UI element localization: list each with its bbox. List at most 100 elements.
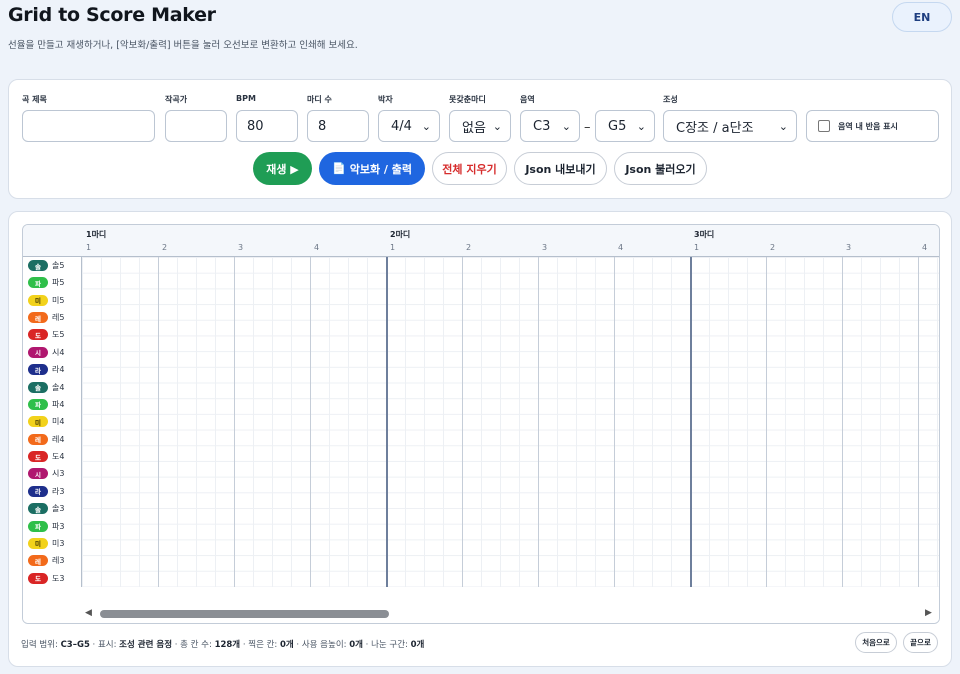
beat-line	[918, 257, 919, 587]
key-row[interactable]: 레 레4	[23, 432, 82, 447]
key-row[interactable]: 도 도3	[23, 571, 82, 586]
go-last-button[interactable]: 끝으로	[903, 632, 938, 653]
language-toggle-button[interactable]: EN	[892, 2, 952, 32]
composer-input[interactable]	[165, 110, 227, 142]
key-value: C장조 / a단조	[676, 120, 754, 136]
beat-label: 4	[618, 243, 624, 252]
key-row[interactable]: 파 파5	[23, 275, 82, 290]
key-row[interactable]: 라 라3	[23, 484, 82, 499]
key-row[interactable]: 레 레3	[23, 553, 82, 568]
grid-panel: 1마디 2마디 3마디 1 2 3 4 1 2 3 4 1 2 3 4 솔 솔5 파 파5 미 미5 레 레5 도 도5 시 시4…	[8, 211, 952, 667]
range-high-select[interactable]: G5 ⌄	[595, 110, 655, 142]
note-chip: 미	[28, 537, 48, 549]
json-export-button[interactable]: Json 내보내기	[514, 152, 607, 185]
note-name: 솔4	[52, 382, 65, 392]
note-chip: 미	[28, 416, 48, 428]
chevron-down-icon: ⌄	[778, 119, 788, 133]
key-label: 조성	[663, 95, 678, 104]
scroll-right-icon[interactable]: ▶	[925, 608, 932, 618]
beat-label: 3	[846, 243, 852, 252]
score-print-button[interactable]: 📄 악보화 / 출력	[319, 152, 425, 185]
note-name: 라3	[52, 486, 65, 496]
status-total-value: 128개	[214, 640, 241, 650]
note-name: 미3	[52, 538, 65, 548]
beat-label: 3	[542, 243, 548, 252]
range-low-select[interactable]: C3 ⌄	[520, 110, 580, 142]
bpm-input[interactable]: 80	[236, 110, 298, 142]
note-chip: 레	[28, 433, 48, 445]
beat-line	[158, 257, 159, 587]
key-row[interactable]: 솔 솔4	[23, 380, 82, 395]
chevron-down-icon: ⌄	[636, 119, 646, 133]
status-range-label: 입력 범위:	[21, 640, 61, 650]
key-row[interactable]: 솔 솔5	[23, 258, 82, 273]
note-name: 레4	[52, 434, 65, 444]
key-row[interactable]: 도 도4	[23, 449, 82, 464]
status-split-value: 0개	[410, 640, 425, 650]
key-row[interactable]: 미 미4	[23, 414, 82, 429]
time-signature-value: 4/4	[391, 118, 412, 134]
note-chip: 솔	[28, 381, 48, 393]
note-chip: 라	[28, 364, 48, 376]
note-chip: 시	[28, 468, 48, 480]
show-in-range-label: 음역 내 반음 표시	[838, 121, 898, 131]
note-chip: 라	[28, 485, 48, 497]
pickup-select[interactable]: 없음 ⌄	[449, 110, 511, 142]
json-import-button[interactable]: Json 불러오기	[614, 152, 707, 185]
status-bar: 입력 범위: C3–G5 · 표시: 조성 관련 음정 · 총 칸 수: 128…	[21, 638, 424, 650]
song-title-input[interactable]	[22, 110, 155, 142]
ruler-corner	[23, 225, 82, 257]
note-name: 솔5	[52, 261, 65, 270]
song-title-label: 곡 제목	[22, 95, 47, 104]
note-chip: 시	[28, 346, 48, 358]
status-display-value: 조성 관련 음정	[119, 640, 173, 650]
key-row[interactable]: 도 도5	[23, 327, 82, 342]
key-select[interactable]: C장조 / a단조 ⌄	[663, 110, 797, 142]
key-row[interactable]: 미 미5	[23, 293, 82, 308]
note-name: 미5	[52, 295, 65, 305]
time-signature-select[interactable]: 4/4 ⌄	[378, 110, 440, 142]
note-name: 라4	[52, 365, 65, 375]
key-row[interactable]: 라 라4	[23, 362, 82, 377]
status-filled-label: · 찍은 칸:	[240, 640, 280, 650]
note-chip: 파	[28, 398, 48, 410]
key-row[interactable]: 시 시3	[23, 466, 82, 481]
beat-line	[234, 257, 235, 587]
key-row[interactable]: 솔 솔3	[23, 501, 82, 516]
piano-key-column: 솔 솔5 파 파5 미 미5 레 레5 도 도5 시 시4 라 라4 솔 솔4 파 파4 미 미4 레 레4 도 도4 시 시3 라…	[23, 257, 82, 587]
note-chip: 도	[28, 451, 48, 463]
beat-line	[766, 257, 767, 587]
note-chip: 솔	[28, 503, 48, 515]
key-row[interactable]: 시 시4	[23, 345, 82, 360]
scroll-left-icon[interactable]: ◀	[85, 608, 92, 618]
chevron-down-icon: ⌄	[561, 119, 571, 133]
controls-panel: 곡 제목 작곡가 BPM 80 마디 수 8 박자 4/4 ⌄ 못갖춘마디 없음…	[8, 79, 952, 199]
note-chip: 솔	[28, 260, 48, 271]
chevron-down-icon: ⌄	[421, 119, 431, 133]
clear-all-button[interactable]: 전체 지우기	[432, 152, 507, 185]
note-name: 파5	[52, 278, 65, 288]
score-print-label: 악보화 / 출력	[349, 162, 412, 176]
note-chip: 레	[28, 312, 48, 324]
key-row[interactable]: 파 파4	[23, 397, 82, 412]
go-first-button[interactable]: 처음으로	[855, 632, 897, 653]
checkbox-square[interactable]	[818, 120, 830, 132]
app-title: Grid to Score Maker	[8, 4, 216, 26]
beat-line	[462, 257, 463, 587]
play-button[interactable]: 재생 ▶	[253, 152, 312, 185]
status-display-label: · 표시:	[89, 640, 120, 650]
measure-label: 1마디	[86, 230, 107, 239]
show-in-range-checkbox[interactable]: 음역 내 반음 표시	[806, 110, 939, 142]
scroll-thumb[interactable]	[100, 610, 389, 618]
key-row[interactable]: 레 레5	[23, 310, 82, 325]
key-row[interactable]: 파 파3	[23, 519, 82, 534]
horizontal-scrollbar[interactable]: ◀ ▶	[23, 605, 939, 623]
key-row[interactable]: 미 미3	[23, 536, 82, 551]
status-split-label: · 나눈 구간:	[362, 640, 411, 650]
composer-label: 작곡가	[165, 95, 188, 104]
beat-line	[310, 257, 311, 587]
note-grid[interactable]	[82, 257, 939, 587]
document-icon: 📄	[332, 162, 346, 175]
beat-label: 1	[390, 243, 396, 252]
measures-input[interactable]: 8	[307, 110, 369, 142]
